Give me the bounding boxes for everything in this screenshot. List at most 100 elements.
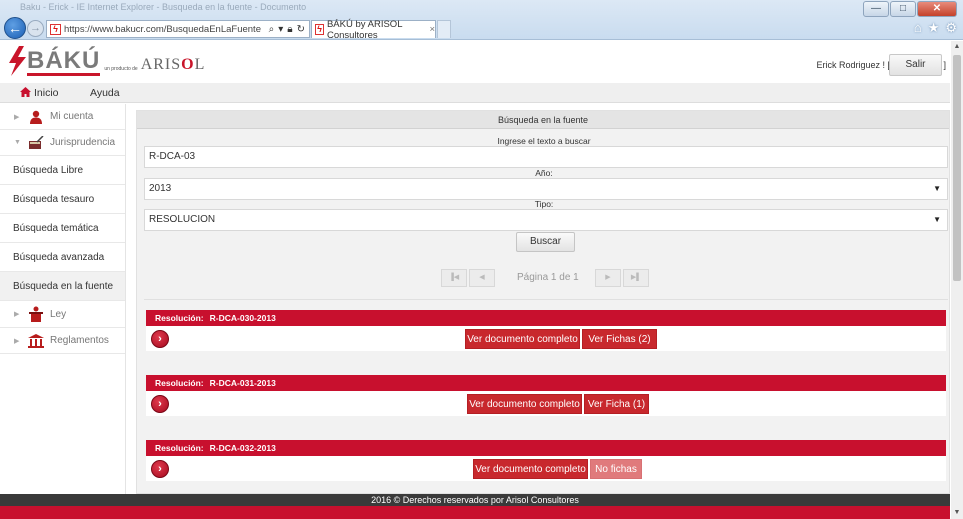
caret-down-icon[interactable]: ▼ [14,139,28,146]
lock-icon[interactable]: 🔒︎ [287,24,292,35]
result-item: Resolución: R-DCA-031-2013 › Ver document… [146,375,946,416]
gear-icon[interactable]: ⚙ [945,20,957,36]
maximize-button[interactable]: □ [890,1,916,17]
result-code: R-DCA-031-2013 [209,378,276,388]
scroll-down-icon[interactable]: ▼ [951,507,963,519]
back-button[interactable]: ← [4,17,26,39]
prev-page-button[interactable]: ◀ [469,269,495,287]
new-tab-button[interactable] [437,20,451,38]
result-header: Resolución: R-DCA-032-2013 [146,440,946,456]
view-document-button[interactable]: Ver documento completo [465,329,580,349]
dropdown-arrow-icon: ▼ [933,184,941,193]
close-window-button[interactable]: ✕ [917,1,957,17]
last-page-button[interactable]: ▶▌ [623,269,649,287]
url-text: https://www.bakucr.com/BusquedaEnLaFuent… [64,23,261,35]
building-icon [28,333,44,348]
sidebar-item-mi-cuenta[interactable]: ▶ Mi cuenta [0,104,125,130]
page-indicator: Página 1 de 1 [517,272,579,283]
type-select[interactable]: RESOLUCION ▼ [144,209,948,231]
podium-icon [28,306,44,322]
browser-tab[interactable]: ϟ BÁKÚ by ARISOL Consultores × [311,18,436,41]
footer: 2016 © Derechos reservados por Arisol Co… [0,494,950,506]
sidebar-item-jurisprudencia[interactable]: ▼ Jurisprudencia [0,130,125,156]
footer-bar [0,506,950,519]
dropdown-arrow-icon: ▼ [933,215,941,224]
arisol-brand: ARISOL [140,56,206,73]
sidebar-item-reglamentos[interactable]: ▶ Reglamentos [0,328,125,354]
logo-text: BÁKÚ [27,47,101,76]
star-icon[interactable]: ★ [928,20,940,36]
panel-title: Búsqueda en la fuente [137,111,949,129]
expand-arrow-icon[interactable]: › [151,460,169,478]
user-bracket: ] [943,60,946,70]
user-name: Erick Rodriguez ! [ [816,60,890,70]
result-code: R-DCA-032-2013 [209,443,276,453]
caret-right-icon[interactable]: ▶ [14,113,28,121]
logo[interactable]: BÁKÚ un producto de ARISOL [7,46,205,76]
page-scrollbar[interactable]: ▲ ▼ [951,41,963,519]
logo-tagline: un producto de [104,66,138,72]
site-header: BÁKÚ un producto de ARISOL Erick Rodrigu… [0,41,950,83]
search-icon[interactable]: ⌕ [269,24,275,35]
next-page-button[interactable]: ▶ [595,269,621,287]
logout-button[interactable]: Salir [889,54,942,76]
result-body: › Ver documento completo Ver Fichas (2) [146,326,946,351]
caret-right-icon[interactable]: ▶ [14,337,28,345]
year-select[interactable]: 2013 ▼ [144,178,948,200]
first-page-button[interactable]: ▐◀ [441,269,467,287]
tab-close-icon[interactable]: × [429,24,435,35]
result-body: › Ver documento completo Ver Ficha (1) [146,391,946,416]
scroll-thumb[interactable] [953,55,961,281]
view-ficha-button[interactable]: Ver Ficha (1) [584,394,649,414]
home-icon[interactable]: ⌂ [914,20,922,36]
result-item: Resolución: R-DCA-030-2013 › Ver document… [146,310,946,351]
divider [144,299,948,300]
view-document-button[interactable]: Ver documento completo [473,459,588,479]
lightning-icon [7,46,27,76]
menu-help[interactable]: Ayuda [90,83,120,103]
address-bar[interactable]: ϟ https://www.bakucr.com/BusquedaEnLaFue… [46,20,310,38]
site-favicon-icon: ϟ [50,23,61,35]
menu-home[interactable]: Inicio [20,83,59,103]
sidebar-item-ley[interactable]: ▶ Ley [0,301,125,328]
minimize-button[interactable]: — [863,1,889,17]
result-item: Resolución: R-DCA-032-2013 › Ver document… [146,440,946,481]
expand-arrow-icon[interactable]: › [151,330,169,348]
result-header: Resolución: R-DCA-031-2013 [146,375,946,391]
user-icon [28,110,44,124]
sidebar-item-busqueda-libre[interactable]: Búsqueda Libre [0,156,125,185]
main-menu: Inicio Ayuda [0,83,950,103]
sidebar: ▶ Mi cuenta ▼ Jurisprudencia Búsqueda Li… [0,104,126,494]
sidebar-item-busqueda-tematica[interactable]: Búsqueda temática [0,214,125,243]
search-button[interactable]: Buscar [516,232,575,252]
browser-toolbar-icons: ⌂ ★ ⚙ [914,20,957,36]
tab-favicon-icon: ϟ [315,24,324,35]
view-fichas-button[interactable]: Ver Fichas (2) [582,329,657,349]
scroll-up-icon[interactable]: ▲ [951,41,963,53]
result-body: › Ver documento completo No fichas [146,456,946,481]
window-title: Baku - Erick - IE Internet Explorer - Bu… [20,2,307,12]
result-code: R-DCA-030-2013 [209,313,276,323]
sidebar-item-busqueda-tesauro[interactable]: Búsqueda tesauro [0,185,125,214]
book-icon [28,135,44,150]
tab-title: BÁKÚ by ARISOL Consultores [326,18,403,41]
type-label: Tipo: [534,199,554,209]
year-label: Año: [535,168,553,178]
no-fichas-button: No fichas [590,459,642,479]
sidebar-item-busqueda-en-la-fuente[interactable]: Búsqueda en la fuente [0,272,125,301]
view-document-button[interactable]: Ver documento completo [467,394,582,414]
window-controls: — □ ✕ [863,1,957,17]
refresh-icon[interactable]: ↻ [297,24,305,35]
home-icon [20,87,31,97]
sidebar-item-busqueda-avanzada[interactable]: Búsqueda avanzada [0,243,125,272]
forward-button[interactable]: → [27,20,44,37]
result-header: Resolución: R-DCA-030-2013 [146,310,946,326]
search-panel: Búsqueda en la fuente Ingrese el texto a… [136,110,950,494]
pagination: ▐◀ ◀ Página 1 de 1 ▶ ▶▌ [137,269,951,289]
caret-right-icon[interactable]: ▶ [14,310,28,318]
browser-chrome: Baku - Erick - IE Internet Explorer - Bu… [0,0,963,41]
text-search-label: Ingrese el texto a buscar [497,136,591,146]
expand-arrow-icon[interactable]: › [151,395,169,413]
dropdown-icon[interactable]: ▾ [278,24,283,35]
search-text-input[interactable]: R-DCA-03 [144,146,948,168]
